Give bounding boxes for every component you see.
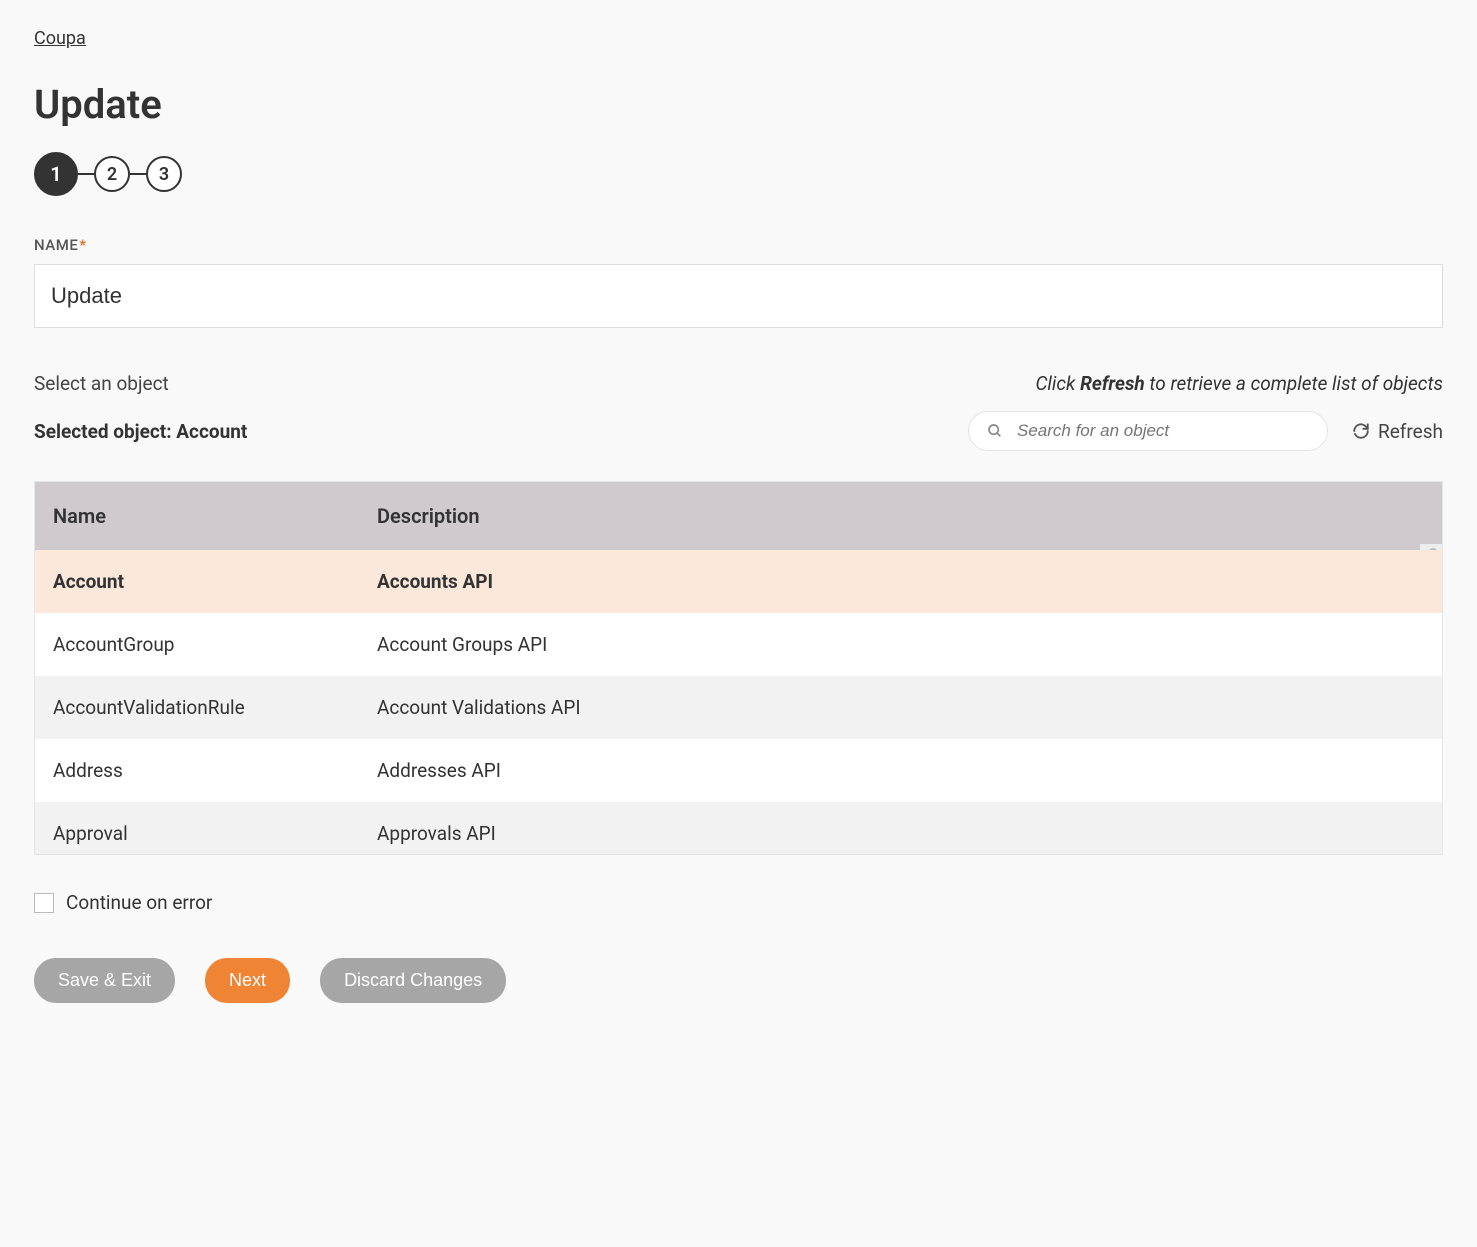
- table-row[interactable]: AccountAccounts API: [35, 550, 1442, 613]
- step-2[interactable]: 2: [94, 156, 130, 192]
- button-row: Save & Exit Next Discard Changes: [34, 958, 1443, 1003]
- continue-on-error-checkbox[interactable]: Continue on error: [34, 891, 1443, 914]
- cell-description: Approvals API: [359, 802, 1442, 854]
- cell-name: Account: [35, 550, 359, 613]
- cell-name: AccountValidationRule: [35, 676, 359, 739]
- select-object-prompt: Select an object: [34, 372, 169, 395]
- table-row[interactable]: ApprovalApprovals API: [35, 802, 1442, 854]
- table-body: AccountAccounts APIAccountGroupAccount G…: [35, 550, 1442, 854]
- th-name[interactable]: Name: [35, 482, 359, 550]
- cell-name: Address: [35, 739, 359, 802]
- breadcrumb-link[interactable]: Coupa: [34, 28, 86, 49]
- cell-description: Account Groups API: [359, 613, 1442, 676]
- step-1[interactable]: 1: [34, 152, 78, 196]
- step-3[interactable]: 3: [146, 156, 182, 192]
- cell-description: Account Validations API: [359, 676, 1442, 739]
- object-table: Name Description AccountAccounts APIAcco…: [34, 481, 1443, 855]
- cell-name: Approval: [35, 802, 359, 854]
- table-row[interactable]: AddressAddresses API: [35, 739, 1442, 802]
- cell-description: Accounts API: [359, 550, 1442, 613]
- cell-name: AccountGroup: [35, 613, 359, 676]
- table-row[interactable]: AccountValidationRuleAccount Validations…: [35, 676, 1442, 739]
- step-connector: [130, 173, 146, 175]
- step-connector: [78, 173, 94, 175]
- name-field-label: NAME*: [34, 236, 1443, 254]
- refresh-button[interactable]: Refresh: [1352, 420, 1443, 443]
- next-button[interactable]: Next: [205, 958, 290, 1003]
- table-header: Name Description: [35, 482, 1442, 550]
- save-exit-button[interactable]: Save & Exit: [34, 958, 175, 1003]
- checkbox-label: Continue on error: [66, 891, 212, 914]
- table-row[interactable]: AccountGroupAccount Groups API: [35, 613, 1442, 676]
- refresh-hint: Click Refresh to retrieve a complete lis…: [1035, 372, 1443, 395]
- selected-object-label: Selected object: Account: [34, 420, 247, 443]
- cell-description: Addresses API: [359, 739, 1442, 802]
- refresh-label: Refresh: [1378, 420, 1443, 443]
- name-input[interactable]: [34, 264, 1443, 328]
- page-title: Update: [34, 81, 1443, 128]
- search-input[interactable]: [1015, 420, 1309, 442]
- checkbox-box[interactable]: [34, 893, 54, 913]
- search-icon: [987, 423, 1003, 439]
- th-description[interactable]: Description: [359, 482, 1442, 550]
- stepper: 1 2 3: [34, 152, 1443, 196]
- search-box[interactable]: [968, 411, 1328, 451]
- discard-button[interactable]: Discard Changes: [320, 958, 506, 1003]
- refresh-icon: [1352, 422, 1370, 440]
